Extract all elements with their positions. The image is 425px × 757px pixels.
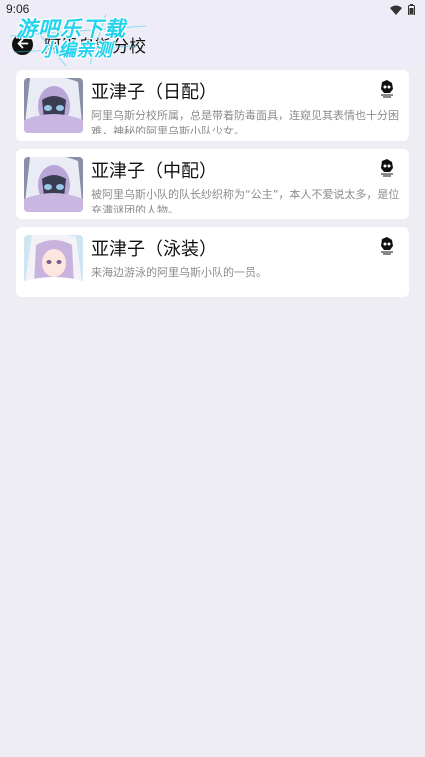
character-description: 来海边游泳的阿里乌斯小队的一员。: [91, 266, 267, 279]
app-header: 阿里乌斯分校: [0, 18, 425, 68]
status-bar: 9:06: [0, 0, 425, 18]
character-badge-icon: [379, 237, 395, 255]
character-description: 阿里乌斯分校所属，总是带着防毒面具，连窥见其表情也十分困难，神秘的阿里乌斯小队少…: [91, 109, 399, 134]
character-card[interactable]: 亚津子（泳装） 来海边游泳的阿里乌斯小队的一员。: [16, 227, 409, 297]
character-badge-icon: [379, 80, 395, 98]
wifi-icon: [390, 0, 402, 19]
character-name: 亚津子（中配）: [91, 161, 217, 182]
character-description: 被阿里乌斯小队的队长纱织称为“公主”，本人不爱说太多，是位充满谜团的人物。: [91, 188, 400, 213]
character-avatar: [24, 235, 83, 290]
character-card[interactable]: 亚津子（日配） 阿里乌斯分校所属，总是带着防毒面具，连窥见其表情也十分困难，神秘…: [16, 70, 409, 141]
status-icons: [390, 0, 415, 19]
arrow-left-icon: [16, 35, 29, 54]
character-card[interactable]: 亚津子（中配） 被阿里乌斯小队的队长纱织称为“公主”，本人不爱说太多，是位充满谜…: [16, 149, 409, 219]
character-name: 亚津子（日配）: [91, 82, 217, 103]
page-title: 阿里乌斯分校: [44, 37, 146, 57]
character-avatar: [24, 78, 83, 133]
character-list: 亚津子（日配） 阿里乌斯分校所属，总是带着防毒面具，连窥见其表情也十分困难，神秘…: [16, 70, 409, 305]
status-time: 9:06: [6, 2, 30, 16]
back-button[interactable]: [12, 34, 33, 55]
character-name: 亚津子（泳装）: [91, 239, 217, 260]
battery-icon: [408, 0, 415, 19]
character-avatar: [24, 157, 83, 212]
character-badge-icon: [379, 159, 395, 177]
